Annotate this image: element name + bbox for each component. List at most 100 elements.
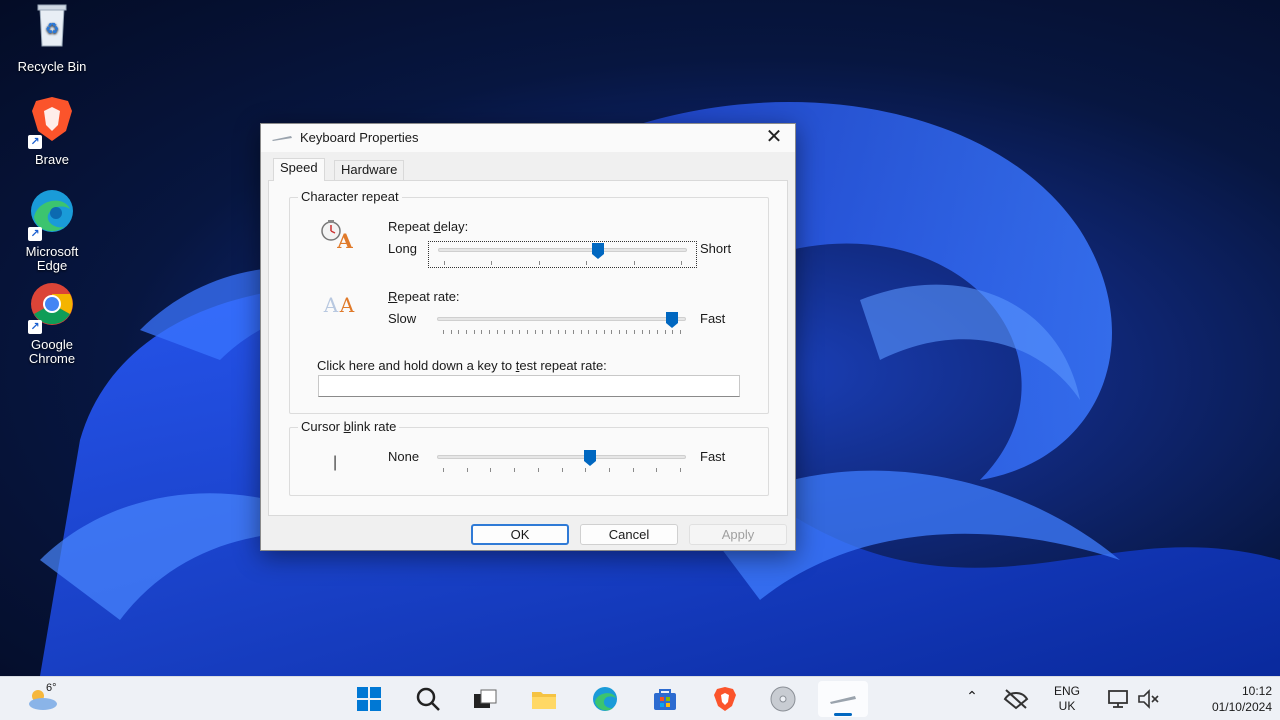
volume-tray[interactable] — [1136, 686, 1164, 714]
slider-thumb[interactable] — [591, 242, 605, 260]
slider-tick — [632, 468, 634, 472]
character-repeat-group: Character repeat A Repeat delay: Long Sh… — [289, 189, 769, 414]
repeat-rate-max-label: Fast — [700, 311, 726, 326]
slider-tick — [565, 330, 567, 334]
slider-tick — [490, 468, 492, 472]
folder-icon — [532, 692, 556, 709]
desktop-icon-label: Brave — [35, 152, 69, 167]
slider-tick — [633, 261, 635, 265]
repeat-delay-label: Repeat delay: — [388, 219, 469, 234]
slider-tick — [672, 330, 674, 334]
cancel-button[interactable]: Cancel — [580, 524, 678, 545]
slider-tick — [664, 330, 666, 334]
slider-tick — [534, 330, 536, 334]
slider-tick — [481, 330, 483, 334]
taskbar-keyboard-properties[interactable] — [818, 681, 868, 717]
slider-tick — [514, 468, 516, 472]
slider-tick — [634, 330, 636, 334]
display-network-tray[interactable] — [1106, 686, 1134, 714]
test-repeat-input[interactable] — [318, 375, 740, 397]
desktop-icon-chrome[interactable]: ↗ Google Chrome — [9, 280, 95, 366]
desktop-icon-brave[interactable]: ↗ Brave — [9, 95, 95, 167]
network-status[interactable] — [1002, 686, 1030, 714]
repeat-delay-slider[interactable] — [428, 241, 697, 268]
taskbar-brave[interactable] — [711, 685, 739, 713]
speed-tab-panel: Character repeat A Repeat delay: Long Sh… — [268, 180, 788, 516]
slider-tick — [608, 468, 610, 472]
keyboard-icon — [272, 136, 292, 141]
svg-text:A: A — [339, 293, 355, 316]
ok-button[interactable]: OK — [471, 524, 569, 545]
repeat-delay-min-label: Long — [388, 241, 417, 256]
desktop-icon-edge[interactable]: ↗ Microsoft Edge — [9, 187, 95, 273]
blink-max-label: Fast — [700, 449, 726, 464]
svg-text:♻: ♻ — [45, 19, 59, 38]
cursor-blink-slider[interactable] — [428, 449, 697, 476]
repeat-delay-max-label: Short — [700, 241, 732, 256]
slider-tick — [466, 468, 468, 472]
show-hidden-icons-chevron-icon[interactable]: ⌃ — [962, 688, 982, 705]
tab-hardware[interactable]: Hardware — [334, 160, 405, 180]
slider-tick — [504, 330, 506, 334]
search-icon — [416, 687, 440, 711]
search-button[interactable] — [414, 685, 442, 713]
weather-widget[interactable]: 6° — [26, 682, 60, 712]
slider-tick — [657, 330, 659, 334]
slider-thumb[interactable] — [665, 311, 679, 329]
slider-tick — [557, 330, 559, 334]
slider-tick — [572, 330, 574, 334]
clock[interactable]: 10:12 01/10/2024 — [1180, 683, 1272, 715]
language-code: ENG — [1053, 684, 1080, 698]
slider-thumb[interactable] — [583, 449, 597, 467]
apply-button[interactable]: Apply — [689, 524, 787, 545]
slider-tick — [542, 330, 544, 334]
desktop-icon-label: Google Chrome — [28, 337, 76, 366]
svg-text:A: A — [336, 229, 353, 250]
slider-tick — [586, 261, 588, 265]
taskbar-dvd-app[interactable] — [769, 685, 797, 713]
shortcut-arrow-icon: ↗ — [28, 320, 42, 334]
start-button[interactable] — [355, 685, 383, 713]
language-region: UK — [1058, 699, 1076, 713]
desktop-icon-label: Microsoft Edge — [25, 244, 79, 273]
language-indicator[interactable]: ENG UK — [1045, 684, 1089, 714]
slider-tick — [611, 330, 613, 334]
desktop-icon-recycle-bin[interactable]: ♻ Recycle Bin — [9, 2, 95, 74]
taskbar-edge[interactable] — [591, 685, 619, 713]
slider-tick — [450, 330, 452, 334]
repeat-rate-slider[interactable] — [428, 311, 697, 338]
taskbar-file-explorer[interactable] — [530, 685, 558, 713]
slider-tick — [580, 330, 582, 334]
slider-tick — [595, 330, 597, 334]
slider-tick — [649, 330, 651, 334]
slider-tick — [519, 330, 521, 334]
dialog-titlebar[interactable]: Keyboard Properties ✕ — [261, 124, 795, 152]
slider-tick — [681, 261, 682, 265]
brave-logo-icon — [714, 687, 736, 711]
group-label: Cursor blink rate — [298, 419, 400, 434]
task-view-button[interactable] — [471, 685, 499, 713]
clock-date: 01/10/2024 — [1211, 700, 1272, 714]
slider-tick — [538, 261, 540, 265]
dialog-title: Keyboard Properties — [300, 130, 419, 145]
slider-track — [437, 455, 686, 459]
desktop-icon-label: Recycle Bin — [17, 59, 87, 74]
slider-tick — [511, 330, 513, 334]
slider-tick — [588, 330, 590, 334]
slider-track — [438, 248, 687, 252]
tab-speed[interactable]: Speed — [273, 158, 325, 181]
close-icon: ✕ — [765, 126, 783, 148]
slider-tick — [641, 330, 643, 334]
taskbar-store[interactable] — [651, 685, 679, 713]
slider-tick — [443, 468, 444, 472]
edge-logo-icon — [593, 687, 617, 711]
cursor-preview-icon: | — [333, 454, 338, 471]
svg-text:A: A — [323, 293, 339, 316]
slider-tick — [618, 330, 620, 334]
volume-muted-icon — [1138, 689, 1159, 709]
taskbar: 6° ⌃ ENG UK 10:12 01/10/2024 — [0, 676, 1280, 720]
close-button[interactable]: ✕ — [759, 126, 789, 150]
shortcut-arrow-icon: ↗ — [28, 135, 42, 149]
active-app-indicator — [834, 713, 852, 716]
test-repeat-prompt: Click here and hold down a key to test r… — [317, 358, 607, 373]
